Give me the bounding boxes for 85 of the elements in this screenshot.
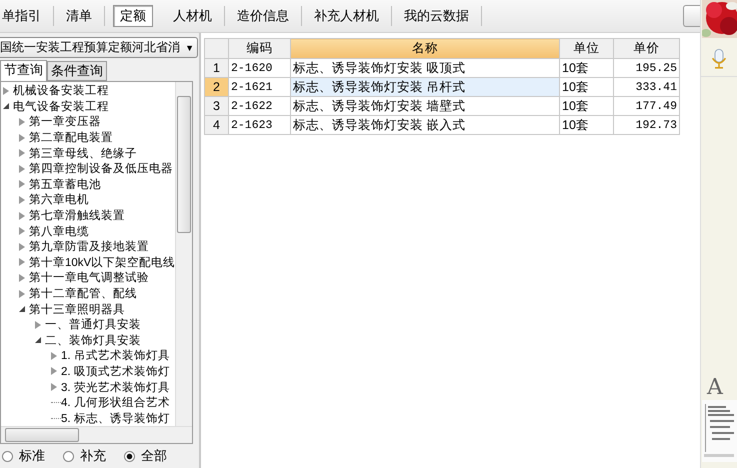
tree-item[interactable]: 第十章10kV以下架空配电线 <box>29 254 175 270</box>
tab[interactable]: 补充人材机 <box>302 6 392 26</box>
query-tab[interactable]: 条件查询 <box>47 61 107 81</box>
toolbar-button[interactable] <box>683 5 700 27</box>
tab[interactable]: 我的云数据 <box>392 6 482 26</box>
collapsed-triangle-icon[interactable] <box>35 320 41 329</box>
tree-item[interactable]: 2. 吸顶式艺术装饰灯 <box>61 364 170 379</box>
table-cell: 333.41 <box>614 78 680 96</box>
tree-item[interactable]: 机械设备安装工程 <box>13 83 109 98</box>
column-header[interactable]: 单价 <box>614 38 680 58</box>
table-cell: 192.73 <box>614 116 680 134</box>
tree-item[interactable]: 第十一章电气调整试验 <box>29 270 149 286</box>
tree-item[interactable]: 1. 吊式艺术装饰灯具 <box>61 348 170 364</box>
table-cell: 2-1623 <box>228 116 290 134</box>
radio-button[interactable] <box>2 450 13 462</box>
tree-item[interactable]: 一、普通灯具安装 <box>45 317 141 332</box>
tree-item[interactable]: 第四章控制设备及低压电器 <box>29 161 173 176</box>
collapsed-triangle-icon[interactable] <box>19 118 25 126</box>
collapsed-triangle-icon[interactable] <box>19 212 25 220</box>
expanded-triangle-icon[interactable] <box>3 103 9 110</box>
vertical-scrollbar[interactable] <box>175 82 192 426</box>
row-number[interactable]: 3 <box>204 96 228 116</box>
tab[interactable]: 清单 <box>54 6 105 26</box>
table-cell: 标志、诱导装饰灯安装 吊杆式 <box>290 78 560 96</box>
radio-label: 标准 <box>19 447 45 465</box>
collapsed-triangle-icon[interactable] <box>19 164 25 173</box>
tree-item[interactable]: 第二章配电装置 <box>29 130 113 146</box>
row-number[interactable]: 1 <box>204 58 228 78</box>
collapsed-triangle-icon[interactable] <box>3 86 9 95</box>
collapsed-triangle-icon[interactable] <box>51 352 57 360</box>
collapsed-triangle-icon[interactable] <box>51 383 57 392</box>
tree-item[interactable]: 第十二章配管、配线 <box>29 286 137 302</box>
tab[interactable]: 人材机 <box>161 6 225 26</box>
tree-item[interactable]: 电气设备安装工程 <box>13 98 109 114</box>
expanded-triangle-icon[interactable] <box>19 306 25 312</box>
radio-label: 补充 <box>80 447 106 465</box>
tree-item[interactable]: 5. 标志、诱导装饰灯 <box>61 410 170 426</box>
tab[interactable]: 定额 <box>113 5 153 27</box>
horizontal-scrollbar[interactable] <box>1 426 192 443</box>
table-cell: 10套 <box>560 116 614 134</box>
table-cell: 2-1620 <box>228 58 290 78</box>
collapsed-triangle-icon[interactable] <box>19 149 25 158</box>
query-tab[interactable]: 节查询 <box>0 60 47 81</box>
table-cell: 10套 <box>560 78 614 96</box>
tree-item[interactable]: 第三章母线、绝缘子 <box>29 146 137 161</box>
table-cell: 2-1622 <box>228 96 290 116</box>
expanded-triangle-icon[interactable] <box>35 337 41 344</box>
radio-button[interactable] <box>124 450 135 462</box>
table-cell: 标志、诱导装饰灯安装 嵌入式 <box>290 116 560 134</box>
tab[interactable]: 单指引 <box>0 6 54 26</box>
column-header[interactable]: 名称 <box>290 38 560 58</box>
collapsed-triangle-icon[interactable] <box>51 367 57 376</box>
table-cell: 195.25 <box>614 58 680 78</box>
collapsed-triangle-icon[interactable] <box>19 227 25 236</box>
library-dropdown[interactable]: 国统一安装工程预算定额河北省消 ▼ <box>0 37 198 58</box>
tree-item[interactable]: 第六章电机 <box>29 192 89 208</box>
table-cell: 177.49 <box>614 96 680 116</box>
column-header[interactable]: 单位 <box>560 38 614 58</box>
tree-item[interactable]: 3. 荧光艺术装饰灯具 <box>61 380 170 395</box>
tree-item[interactable]: 4. 几何形状组合艺术 <box>61 395 170 410</box>
table-cell: 10套 <box>560 58 614 78</box>
microphone-icon[interactable] <box>711 48 727 70</box>
tree-item[interactable]: 第五章蓄电池 <box>29 176 101 192</box>
collapsed-triangle-icon[interactable] <box>19 274 25 282</box>
collapsed-triangle-icon[interactable] <box>19 196 25 204</box>
tree-item[interactable]: 第八章电缆 <box>29 224 89 239</box>
tree-item[interactable]: 第十三章照明器具 <box>29 302 125 317</box>
row-number[interactable]: 2 <box>204 78 228 96</box>
tab[interactable]: 造价信息 <box>225 6 302 26</box>
tree-item[interactable]: 第九章防雷及接地装置 <box>29 239 149 254</box>
font-icon[interactable]: A <box>707 375 723 400</box>
tree-item[interactable]: 第一章变压器 <box>29 114 101 130</box>
radio-label: 全部 <box>141 447 167 465</box>
collapsed-triangle-icon[interactable] <box>19 242 25 251</box>
collapsed-triangle-icon[interactable] <box>19 180 25 188</box>
column-header[interactable]: 编码 <box>228 38 290 58</box>
tree-item[interactable]: 二、装饰灯具安装 <box>45 332 141 348</box>
radio-button[interactable] <box>63 450 74 462</box>
table-cell: 标志、诱导装饰灯安装 墙壁式 <box>290 96 560 116</box>
collapsed-triangle-icon[interactable] <box>19 258 25 266</box>
collapsed-triangle-icon[interactable] <box>19 134 25 142</box>
row-number[interactable]: 4 <box>204 116 228 134</box>
table-cell: 10套 <box>560 96 614 116</box>
tree-item[interactable]: 第七章滑触线装置 <box>29 208 125 224</box>
collapsed-triangle-icon[interactable] <box>19 290 25 298</box>
